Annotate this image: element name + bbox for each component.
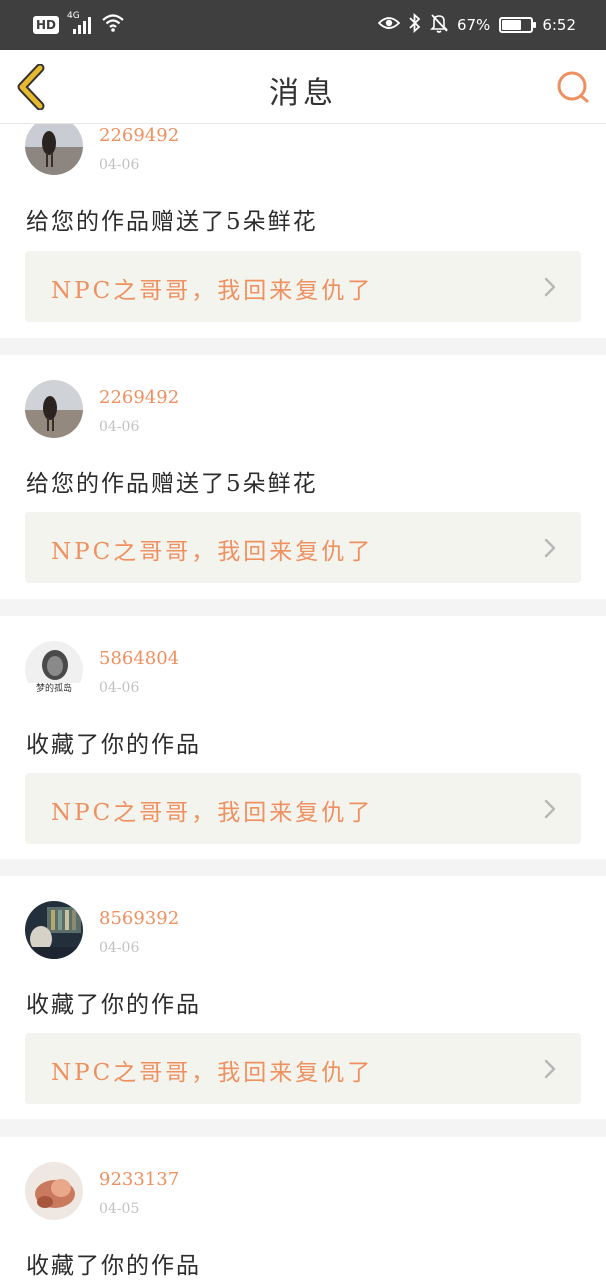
username[interactable]: 5864804 [99,648,179,669]
clock-time: 6:52 [542,16,576,34]
eye-icon [377,15,401,35]
app-header: 消息 [0,50,606,124]
username[interactable]: 9233137 [99,1169,179,1190]
user-avatar[interactable] [25,1162,83,1220]
work-link[interactable]: NPC之哥哥，我回来复仇了 [25,1033,581,1104]
status-right-icons: 67% 6:52 [377,12,576,37]
avatar-caption: 梦的孤岛 [35,684,72,694]
message-date: 04-06 [99,680,140,696]
message-date: 04-06 [99,157,140,173]
user-avatar[interactable] [25,124,83,175]
wifi-icon [101,13,125,37]
hd-badge: HD [33,16,60,34]
battery-percent: 67% [456,16,491,34]
message-date: 04-06 [99,940,140,956]
message-action-text: 给您的作品赠送了5朵鲜花 [26,471,318,497]
username[interactable]: 8569392 [99,908,179,929]
status-left-icons: HD 4G [33,11,125,37]
message-feed[interactable]: 2269492 04-06 给您的作品赠送了5朵鲜花 NPC之哥哥，我回来复仇了… [0,124,606,1280]
message-card: 2269492 04-06 给您的作品赠送了5朵鲜花 NPC之哥哥，我回来复仇了 [0,124,606,338]
message-action-text: 给您的作品赠送了5朵鲜花 [26,209,318,235]
mute-bell-icon [430,13,448,37]
message-date: 04-06 [99,419,140,435]
search-button[interactable] [554,68,592,106]
message-card: 8569392 04-06 收藏了你的作品 NPC之哥哥，我回来复仇了 [0,876,606,1119]
work-title: NPC之哥哥，我回来复仇了 [51,1060,374,1086]
work-title: NPC之哥哥，我回来复仇了 [51,800,374,826]
bluetooth-icon [409,12,421,37]
message-action-text: 收藏了你的作品 [26,992,201,1018]
chevron-right-icon [544,1059,556,1079]
message-action-text: 收藏了你的作品 [26,1253,201,1279]
username[interactable]: 2269492 [99,125,179,146]
battery-icon [499,17,537,33]
chevron-right-icon [544,799,556,819]
search-icon [557,71,589,103]
work-link[interactable]: NPC之哥哥，我回来复仇了 [25,512,581,583]
signal-icon: 4G [67,11,93,35]
user-avatar[interactable] [25,380,83,438]
battery-level-fill [502,20,522,30]
message-card: 2269492 04-06 给您的作品赠送了5朵鲜花 NPC之哥哥，我回来复仇了 [0,355,606,599]
status-bar: HD 4G 67% 6:52 [0,0,606,50]
work-link[interactable]: NPC之哥哥，我回来复仇了 [25,773,581,844]
username[interactable]: 2269492 [99,387,179,408]
chevron-right-icon [544,277,556,297]
message-card: 9233137 04-05 收藏了你的作品 [0,1137,606,1280]
work-title: NPC之哥哥，我回来复仇了 [51,539,374,565]
work-title: NPC之哥哥，我回来复仇了 [51,278,374,304]
message-card: 梦的孤岛 5864804 04-06 收藏了你的作品 NPC之哥哥，我回来复仇了 [0,616,606,859]
message-date: 04-05 [99,1201,140,1217]
user-avatar[interactable] [25,901,83,959]
page-title: 消息 [269,76,337,111]
message-action-text: 收藏了你的作品 [26,732,201,758]
user-avatar[interactable]: 梦的孤岛 [25,641,83,699]
chevron-right-icon [544,538,556,558]
work-link[interactable]: NPC之哥哥，我回来复仇了 [25,251,581,322]
